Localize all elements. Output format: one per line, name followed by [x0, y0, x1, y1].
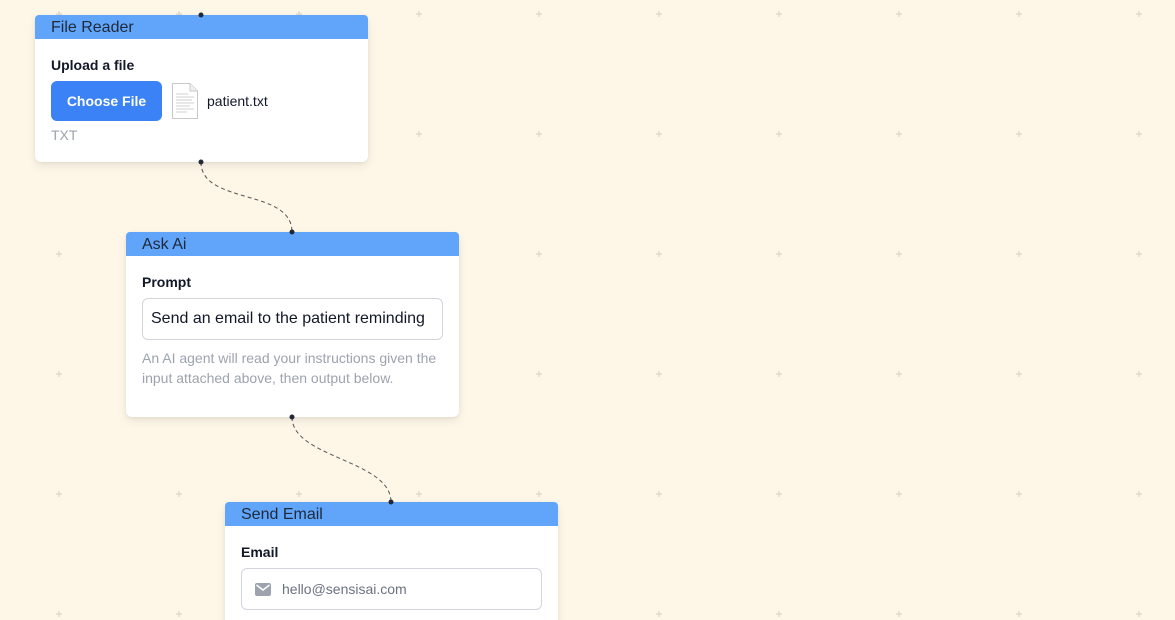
ask-ai-node[interactable]: Ask Ai Prompt An AI agent will read your…	[126, 229, 459, 420]
prompt-label: Prompt	[142, 274, 191, 290]
flow-canvas[interactable]: File Reader Upload a file Choose File pa…	[0, 0, 1175, 620]
file-name: patient.txt	[207, 93, 268, 109]
mail-icon	[255, 583, 271, 596]
node-input-handle[interactable]	[388, 499, 394, 505]
node-input-handle[interactable]	[289, 229, 295, 235]
upload-label: Upload a file	[51, 57, 135, 73]
email-input[interactable]	[282, 569, 532, 609]
prompt-help-text: An AI agent will read your instructions …	[142, 350, 437, 386]
file-picker: Choose File patient.txt	[51, 81, 352, 121]
node-title[interactable]: Send Email	[225, 502, 558, 526]
node-output-handle[interactable]	[289, 414, 295, 420]
node-input-handle[interactable]	[198, 12, 204, 18]
node-output-handle[interactable]	[198, 159, 204, 165]
send-email-node[interactable]: Send Email Email	[225, 499, 558, 620]
node-title[interactable]: File Reader	[35, 15, 368, 39]
choose-file-button[interactable]: Choose File	[51, 81, 162, 121]
edge-ask-ai-to-send-email	[291, 416, 392, 503]
file-type-hint: TXT	[51, 127, 78, 143]
prompt-input[interactable]	[142, 298, 443, 340]
node-title[interactable]: Ask Ai	[126, 232, 459, 256]
email-field[interactable]	[241, 568, 542, 610]
document-icon	[171, 82, 199, 120]
edge-file-reader-to-ask-ai	[200, 161, 293, 233]
email-label: Email	[241, 544, 279, 560]
file-reader-node[interactable]: File Reader Upload a file Choose File pa…	[35, 12, 368, 165]
